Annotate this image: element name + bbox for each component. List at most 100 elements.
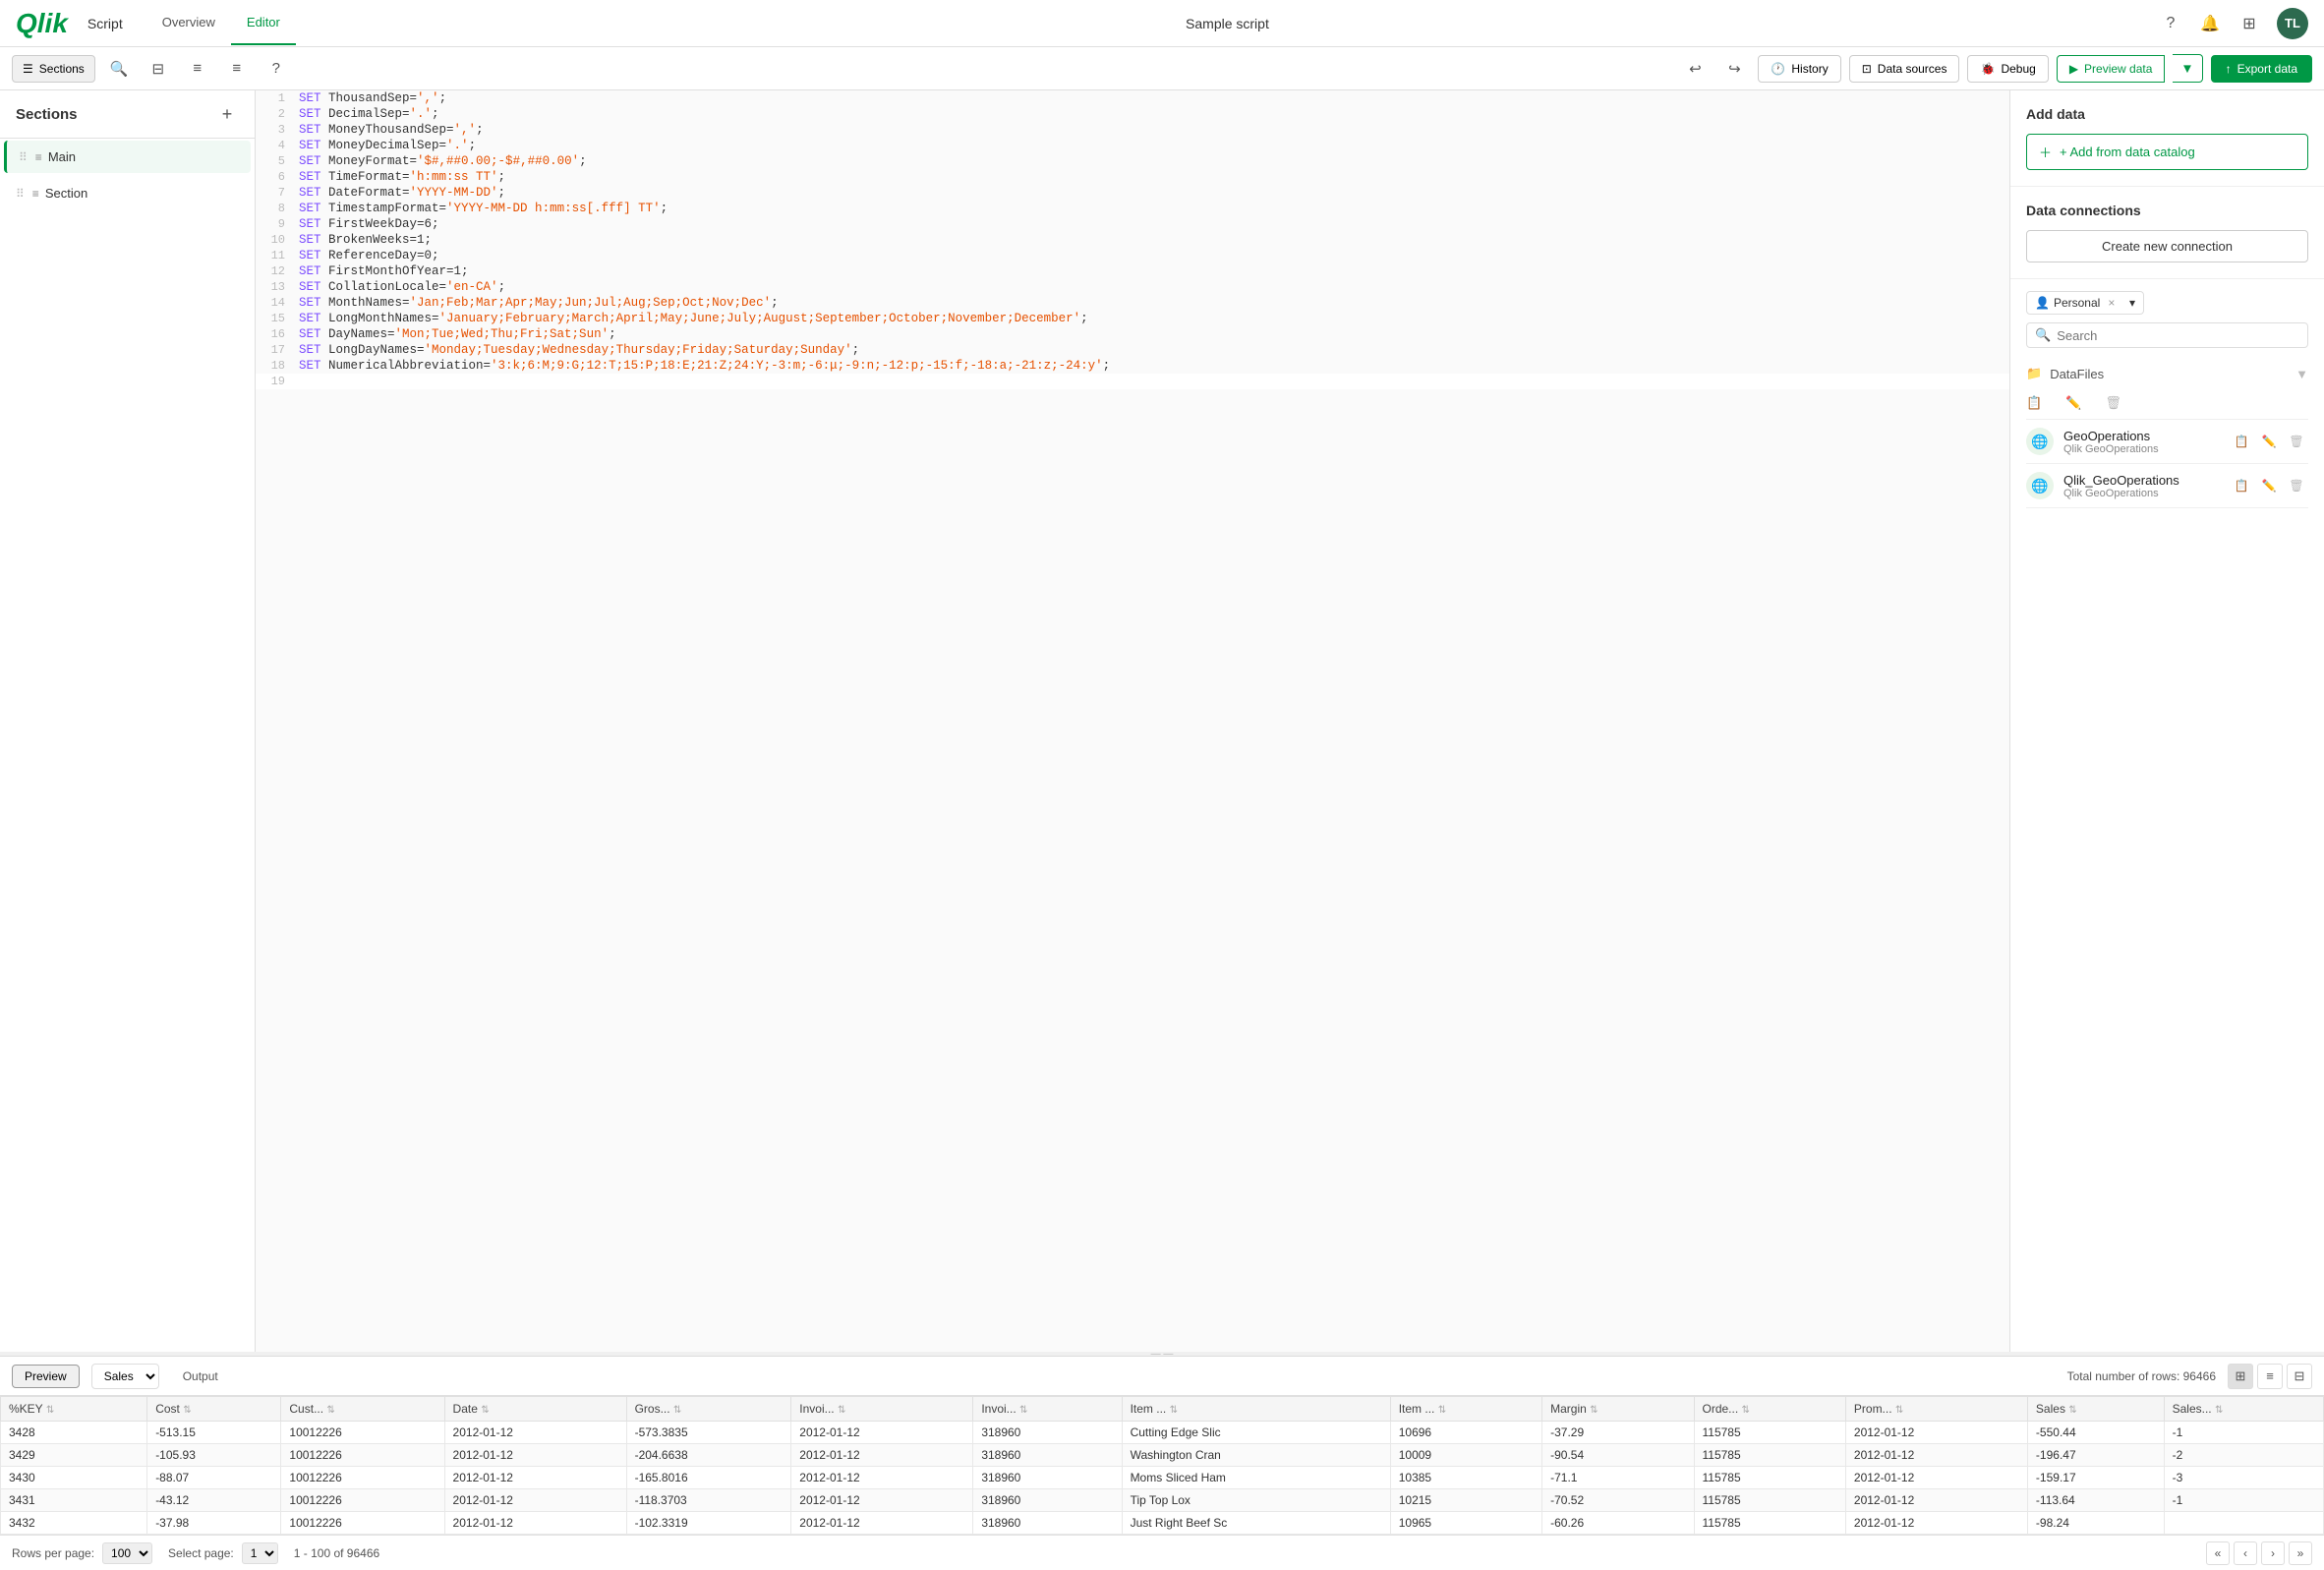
- table-cell: Moms Sliced Ham: [1122, 1467, 1390, 1489]
- table-cell: 115785: [1694, 1444, 1845, 1467]
- list-view-btn[interactable]: ≡: [2257, 1364, 2283, 1389]
- connection-action-btn-1c[interactable]: 🗑: [2285, 430, 2308, 453]
- table-cell: Tip Top Lox: [1122, 1489, 1390, 1512]
- table-body: 3428-513.15100122262012-01-12-573.383520…: [1, 1422, 2324, 1535]
- table-select[interactable]: Sales: [91, 1364, 159, 1389]
- connection-action-btn-2c[interactable]: 🗑: [2285, 474, 2308, 497]
- col-header[interactable]: Item ... ⇅: [1390, 1397, 1541, 1422]
- help-icon[interactable]: ?: [2159, 12, 2182, 35]
- help-icon-btn[interactable]: ?: [261, 53, 292, 85]
- close-filter-icon[interactable]: ×: [2108, 296, 2115, 310]
- connection-action-btn-2b[interactable]: ✏️: [2257, 474, 2281, 497]
- table-cell: -43.12: [147, 1489, 281, 1512]
- data-sources-btn[interactable]: ⊡ Data sources: [1849, 55, 1960, 83]
- column-view-btn[interactable]: ⊟: [2287, 1364, 2312, 1389]
- folder-actions-icon2[interactable]: ✏️: [2065, 395, 2081, 411]
- table-cell: 2012-01-12: [1845, 1467, 2027, 1489]
- sidebar-item-main[interactable]: ⠿ ≡ Main 🗑: [4, 141, 251, 173]
- line-number-19: 19: [256, 374, 295, 389]
- add-section-btn[interactable]: +: [215, 102, 239, 126]
- col-header[interactable]: Margin ⇅: [1542, 1397, 1694, 1422]
- indent-btn[interactable]: ≡: [182, 53, 213, 85]
- folder-actions-icon3[interactable]: 🗑: [2105, 395, 2121, 411]
- connection-actions-1: 📋 ✏️ 🗑: [2230, 430, 2308, 453]
- table-cell: Washington Cran: [1122, 1444, 1390, 1467]
- table-row: 3428-513.15100122262012-01-12-573.383520…: [1, 1422, 2324, 1444]
- col-header[interactable]: Orde... ⇅: [1694, 1397, 1845, 1422]
- data-connections-title: Data connections: [2026, 203, 2308, 218]
- table-cell: 2012-01-12: [791, 1467, 973, 1489]
- col-header[interactable]: Invoi... ⇅: [791, 1397, 973, 1422]
- chevron-down-icon[interactable]: ▾: [2129, 296, 2135, 310]
- line-number-4: 4: [256, 138, 295, 153]
- table-cell: -105.93: [147, 1444, 281, 1467]
- data-table-wrap[interactable]: %KEY ⇅Cost ⇅Cust... ⇅Date ⇅Gros... ⇅Invo…: [0, 1396, 2324, 1535]
- connection-name-2: Qlik_GeoOperations: [2063, 473, 2230, 488]
- col-header[interactable]: Sales ⇅: [2027, 1397, 2164, 1422]
- preview-data-dropdown[interactable]: ▼: [2173, 54, 2202, 83]
- col-header[interactable]: Gros... ⇅: [626, 1397, 791, 1422]
- last-page-btn[interactable]: »: [2289, 1541, 2312, 1565]
- connection-search-input[interactable]: [2057, 328, 2299, 343]
- outdent-btn[interactable]: ≡: [221, 53, 253, 85]
- table-cell: -70.52: [1542, 1489, 1694, 1512]
- col-header[interactable]: Sales... ⇅: [2164, 1397, 2323, 1422]
- next-page-btn[interactable]: ›: [2261, 1541, 2285, 1565]
- personal-filter[interactable]: 👤 Personal × ▾: [2026, 291, 2144, 315]
- col-header[interactable]: Date ⇅: [444, 1397, 626, 1422]
- data-table: %KEY ⇅Cost ⇅Cust... ⇅Date ⇅Gros... ⇅Invo…: [0, 1396, 2324, 1535]
- table-cell: [2164, 1512, 2323, 1535]
- sections-button[interactable]: ☰ Sections: [12, 55, 95, 83]
- export-data-btn[interactable]: ↑ Export data: [2211, 55, 2312, 83]
- col-header[interactable]: Cost ⇅: [147, 1397, 281, 1422]
- folder-actions-icon1[interactable]: 📋: [2026, 395, 2042, 411]
- table-cell: 115785: [1694, 1489, 1845, 1512]
- prev-page-btn[interactable]: ‹: [2234, 1541, 2257, 1565]
- code-line-11: SET ReferenceDay=0;: [295, 248, 2009, 263]
- connection-type-2: Qlik GeoOperations: [2063, 488, 2230, 499]
- create-connection-btn[interactable]: Create new connection: [2026, 230, 2308, 262]
- bell-icon[interactable]: 🔔: [2198, 12, 2222, 35]
- col-header[interactable]: Item ... ⇅: [1122, 1397, 1390, 1422]
- plus-icon: ＋: [2039, 143, 2052, 161]
- col-header[interactable]: Invoi... ⇅: [973, 1397, 1122, 1422]
- rows-per-page-select[interactable]: 100: [102, 1542, 152, 1564]
- bottom-area: Preview Sales Output Total number of row…: [0, 1356, 2324, 1570]
- table-footer: Rows per page: 100 Select page: 1 1 - 10…: [0, 1535, 2324, 1570]
- sidebar-item-section[interactable]: ⠿ ≡ Section 🗑: [4, 177, 251, 209]
- code-icon-btn[interactable]: ⊟: [143, 53, 174, 85]
- code-line-7: SET DateFormat='YYYY-MM-DD';: [295, 185, 2009, 201]
- search-icon-btn[interactable]: 🔍: [103, 53, 135, 85]
- datafiles-folder[interactable]: 📁 DataFiles ▼: [2026, 360, 2308, 387]
- grid-view-btn[interactable]: ⊞: [2228, 1364, 2253, 1389]
- code-line-6: SET TimeFormat='h:mm:ss TT';: [295, 169, 2009, 185]
- col-header[interactable]: Cust... ⇅: [281, 1397, 444, 1422]
- tab-editor[interactable]: Editor: [231, 1, 296, 45]
- col-header[interactable]: Prom... ⇅: [1845, 1397, 2027, 1422]
- code-editor[interactable]: 1SET ThousandSep=',';2SET DecimalSep='.'…: [256, 90, 2009, 1352]
- connection-action-btn-1a[interactable]: 📋: [2230, 430, 2253, 453]
- page-select[interactable]: 1: [242, 1542, 278, 1564]
- connection-action-btn-2a[interactable]: 📋: [2230, 474, 2253, 497]
- debug-btn[interactable]: 🐞 Debug: [1967, 55, 2048, 83]
- table-cell: 318960: [973, 1512, 1122, 1535]
- grid-icon[interactable]: ⊞: [2237, 12, 2261, 35]
- table-cell: 3431: [1, 1489, 147, 1512]
- col-header[interactable]: %KEY ⇅: [1, 1397, 147, 1422]
- connection-info-2: Qlik_GeoOperations Qlik GeoOperations: [2063, 473, 2230, 499]
- output-btn[interactable]: Output: [171, 1366, 230, 1387]
- preview-data-btn[interactable]: ▶ Preview data: [2057, 55, 2166, 83]
- preview-btn[interactable]: Preview: [12, 1365, 80, 1388]
- undo-btn[interactable]: ↩: [1679, 53, 1711, 85]
- redo-btn[interactable]: ↪: [1718, 53, 1750, 85]
- add-catalog-btn[interactable]: ＋ + Add from data catalog: [2026, 134, 2308, 170]
- table-cell: 2012-01-12: [1845, 1444, 2027, 1467]
- table-cell: 10965: [1390, 1512, 1541, 1535]
- top-nav: Qlik Script Overview Editor Sample scrip…: [0, 0, 2324, 47]
- tab-overview[interactable]: Overview: [146, 1, 231, 45]
- avatar[interactable]: TL: [2277, 8, 2308, 39]
- connection-action-btn-1b[interactable]: ✏️: [2257, 430, 2281, 453]
- first-page-btn[interactable]: «: [2206, 1541, 2230, 1565]
- history-btn[interactable]: 🕐 History: [1758, 55, 1840, 83]
- table-cell: -204.6638: [626, 1444, 791, 1467]
